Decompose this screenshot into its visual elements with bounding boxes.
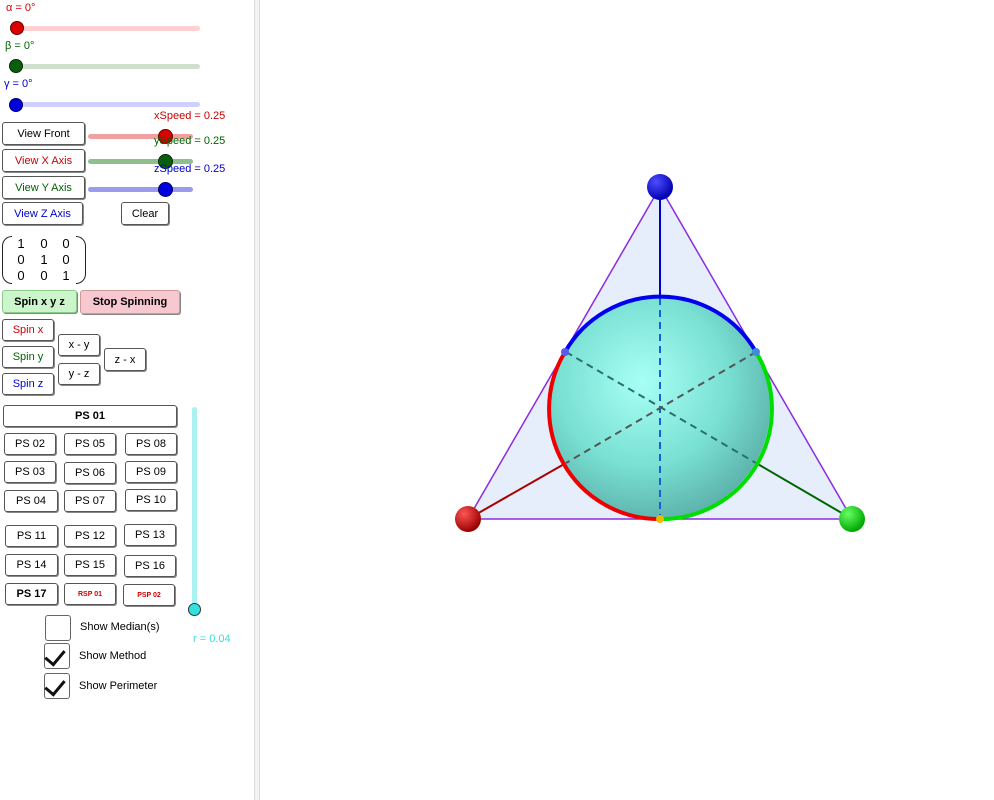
show-medians-checkbox[interactable]	[45, 615, 71, 641]
ps08-button[interactable]: PS 08	[125, 433, 177, 455]
clear-button[interactable]: Clear	[121, 202, 169, 225]
gamma-slider-track[interactable]	[14, 102, 200, 107]
radius-label: r = 0.04	[193, 633, 231, 645]
red-vertex[interactable]	[455, 506, 481, 532]
checkmark-icon	[44, 644, 66, 667]
spin-x-button[interactable]: Spin x	[2, 319, 54, 341]
spin-xyz-button[interactable]: Spin x y z	[2, 290, 77, 313]
beta-slider-track[interactable]	[14, 64, 200, 69]
matrix-cell: 1	[40, 252, 48, 267]
alpha-slider-knob[interactable]	[10, 21, 24, 35]
spin-z-button[interactable]: Spin z	[2, 373, 54, 395]
beta-slider-knob[interactable]	[9, 59, 23, 73]
green-vertex[interactable]	[839, 506, 865, 532]
matrix-cell: 1	[17, 236, 25, 251]
radius-slider-track[interactable]	[192, 407, 197, 612]
ps12-button[interactable]: PS 12	[64, 525, 116, 547]
matrix-cell: 0	[62, 236, 70, 251]
rsp01-button[interactable]: RSP 01	[64, 583, 116, 605]
gamma-label: γ = 0°	[4, 78, 33, 90]
ps14-button[interactable]: PS 14	[5, 554, 58, 576]
ps03-button[interactable]: PS 03	[4, 461, 56, 483]
show-medians-label: Show Median(s)	[80, 621, 160, 633]
ps11-button[interactable]: PS 11	[5, 525, 58, 547]
ps06-button[interactable]: PS 06	[64, 462, 116, 484]
matrix-right-paren	[76, 236, 86, 284]
view-z-axis-button[interactable]: View Z Axis	[2, 202, 83, 225]
yspeed-label: ySpeed = 0.25	[154, 135, 226, 147]
x-y-button[interactable]: x - y	[58, 334, 100, 356]
show-perimeter-label: Show Perimeter	[79, 680, 158, 692]
show-method-label: Show Method	[79, 650, 147, 662]
xspeed-label: xSpeed = 0.25	[154, 110, 226, 122]
graphics-view[interactable]	[260, 0, 994, 800]
tangent-point	[656, 515, 664, 523]
ps13-button[interactable]: PS 13	[124, 524, 176, 546]
matrix-cell: 0	[17, 268, 25, 283]
y-z-button[interactable]: y - z	[58, 363, 100, 385]
view-y-axis-button[interactable]: View Y Axis	[2, 176, 85, 199]
ps01-button[interactable]: PS 01	[3, 405, 177, 427]
zspeed-slider-track[interactable]	[88, 187, 193, 192]
ps15-button[interactable]: PS 15	[64, 554, 116, 576]
stop-spinning-button[interactable]: Stop Spinning	[80, 290, 180, 314]
z-x-button[interactable]: z - x	[104, 348, 146, 371]
view-front-button[interactable]: View Front	[2, 122, 85, 145]
zspeed-label: zSpeed = 0.25	[154, 163, 226, 175]
ps02-button[interactable]: PS 02	[4, 433, 56, 455]
radius-slider-knob[interactable]	[188, 603, 201, 616]
control-panel: α = 0° β = 0° γ = 0° View Front View X A…	[0, 0, 254, 800]
ps07-button[interactable]: PS 07	[64, 490, 116, 512]
blue-vertex[interactable]	[647, 174, 673, 200]
ps09-button[interactable]: PS 09	[125, 461, 177, 483]
psp02-button[interactable]: PSP 02	[123, 584, 175, 606]
alpha-slider-track[interactable]	[14, 26, 200, 31]
tangent-point	[752, 348, 760, 356]
matrix-cell: 1	[62, 268, 70, 283]
ps05-button[interactable]: PS 05	[64, 433, 116, 455]
tangent-point	[561, 348, 569, 356]
view-x-axis-button[interactable]: View X Axis	[2, 149, 85, 172]
matrix-left-paren	[2, 236, 12, 284]
matrix-cell: 0	[62, 252, 70, 267]
beta-label: β = 0°	[5, 40, 35, 52]
ps04-button[interactable]: PS 04	[4, 490, 58, 512]
gamma-slider-knob[interactable]	[9, 98, 23, 112]
show-method-checkbox[interactable]	[44, 643, 70, 669]
matrix-cell: 0	[17, 252, 25, 267]
spin-y-button[interactable]: Spin y	[2, 346, 54, 368]
matrix-cell: 0	[40, 268, 48, 283]
alpha-label: α = 0°	[6, 2, 36, 14]
ps16-button[interactable]: PS 16	[124, 555, 176, 577]
zspeed-slider-knob[interactable]	[158, 182, 173, 197]
matrix-cell: 0	[40, 236, 48, 251]
checkmark-icon	[44, 674, 66, 697]
show-perimeter-checkbox[interactable]	[44, 673, 70, 699]
ps17-button[interactable]: PS 17	[5, 583, 58, 605]
ps10-button[interactable]: PS 10	[125, 489, 177, 511]
